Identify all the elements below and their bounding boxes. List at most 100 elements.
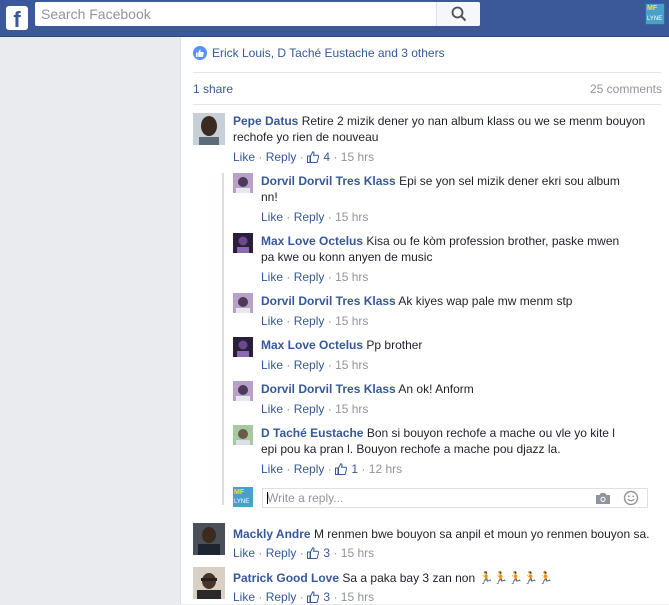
comment-author[interactable]: Max Love Octelus (261, 234, 363, 248)
comment-author[interactable]: Patrick Good Love (233, 571, 339, 585)
comment-actions: Like · Reply · 1 · 12 hrs (261, 461, 402, 477)
avatar-text: MF (647, 5, 658, 12)
separator: · (286, 314, 291, 328)
avatar[interactable] (233, 173, 253, 193)
comment-body: D Taché Eustache Bon si bouyon rechofe a… (261, 425, 623, 457)
avatar[interactable] (233, 425, 253, 445)
comment-author[interactable]: Pepe Datus (233, 114, 298, 128)
comment-author[interactable]: Dorvil Dorvil Tres Klass (261, 294, 396, 308)
separator: · (286, 210, 291, 224)
reply-input[interactable] (267, 489, 587, 507)
like-count[interactable]: 3 (323, 590, 330, 604)
comment-actions: Like · Reply · 4 · 15 hrs (233, 149, 374, 165)
reply-link[interactable]: Reply (266, 150, 297, 164)
reply-comment: Dorvil Dorvil Tres Klass Ak kiyes wap pa… (233, 293, 653, 329)
separator: · (286, 270, 291, 284)
separator: · (286, 402, 291, 416)
avatar[interactable] (193, 523, 225, 555)
reply-comment: Dorvil Dorvil Tres Klass An ok! Anform L… (233, 381, 653, 417)
likers-names[interactable]: Erick Louis, D Taché Eustache and 3 othe… (212, 46, 445, 60)
search-box (35, 2, 480, 26)
comments-count[interactable]: 25 comments (590, 82, 662, 96)
like-link[interactable]: Like (261, 402, 283, 416)
facebook-logo-icon[interactable]: f (6, 6, 28, 30)
comment-author[interactable]: Mackly Andre (233, 527, 311, 541)
comment-text: Ak kiyes wap pale mw menm stp (398, 294, 573, 308)
divider (193, 104, 661, 105)
divider (193, 72, 661, 73)
reply-comment: D Taché Eustache Bon si bouyon rechofe a… (233, 425, 653, 477)
separator: · (333, 590, 338, 604)
reply-link[interactable]: Reply (294, 402, 325, 416)
avatar[interactable] (233, 293, 253, 313)
thumbs-up-icon (335, 463, 348, 475)
timestamp[interactable]: 15 hrs (335, 314, 368, 328)
reply-link[interactable]: Reply (294, 210, 325, 224)
emoji-icon[interactable] (623, 490, 639, 506)
like-link[interactable]: Like (233, 590, 255, 604)
camera-icon[interactable] (595, 491, 611, 505)
avatar[interactable] (233, 337, 253, 357)
timestamp[interactable]: 15 hrs (341, 590, 374, 604)
timestamp[interactable]: 12 hrs (369, 462, 402, 476)
comment-author[interactable]: Dorvil Dorvil Tres Klass (261, 174, 396, 188)
reply-link[interactable]: Reply (294, 462, 325, 476)
likes-summary[interactable]: Erick Louis, D Taché Eustache and 3 othe… (193, 45, 445, 61)
reply-link[interactable]: Reply (266, 546, 297, 560)
like-link[interactable]: Like (261, 210, 283, 224)
avatar-subtext: LYNE (234, 499, 250, 505)
like-reaction-icon (193, 46, 207, 60)
separator: · (327, 358, 332, 372)
timestamp[interactable]: 15 hrs (341, 150, 374, 164)
comment-text: M renmen bwe bouyon sa anpil et moun yo … (313, 527, 650, 541)
separator: · (327, 210, 332, 224)
search-icon (451, 6, 467, 22)
separator: · (327, 402, 332, 416)
timestamp[interactable]: 15 hrs (335, 270, 368, 284)
separator: · (299, 150, 304, 164)
like-count[interactable]: 3 (323, 546, 330, 560)
comment-body: Max Love Octelus Kisa ou fe kòm professi… (261, 233, 623, 265)
like-link[interactable]: Like (261, 462, 283, 476)
comment: Mackly Andre M renmen bwe bouyon sa anpi… (193, 523, 663, 561)
top-bar: f MF LYNE (0, 0, 669, 37)
like-count[interactable]: 1 (351, 462, 358, 476)
comment-author[interactable]: D Taché Eustache (261, 426, 363, 440)
separator: · (258, 546, 263, 560)
shares-link[interactable]: 1 share (193, 82, 233, 96)
avatar[interactable] (193, 567, 225, 599)
separator: · (327, 314, 332, 328)
left-column (0, 37, 180, 604)
timestamp[interactable]: 15 hrs (335, 358, 368, 372)
like-link[interactable]: Like (261, 358, 283, 372)
like-link[interactable]: Like (233, 150, 255, 164)
timestamp[interactable]: 15 hrs (335, 402, 368, 416)
timestamp[interactable]: 15 hrs (335, 210, 368, 224)
search-input[interactable] (35, 2, 435, 26)
avatar-subtext: LYNE (647, 16, 663, 22)
avatar[interactable] (233, 381, 253, 401)
separator: · (286, 358, 291, 372)
separator: · (258, 150, 263, 164)
reply-link[interactable]: Reply (266, 590, 297, 604)
reply-link[interactable]: Reply (294, 358, 325, 372)
timestamp[interactable]: 15 hrs (341, 546, 374, 560)
avatar[interactable] (233, 233, 253, 253)
comment-actions: Like · Reply · 15 hrs (261, 357, 368, 373)
comment-actions: Like · Reply · 15 hrs (261, 269, 368, 285)
like-link[interactable]: Like (233, 546, 255, 560)
comment-body: Mackly Andre M renmen bwe bouyon sa anpi… (233, 526, 658, 542)
separator: · (258, 590, 263, 604)
separator: · (286, 462, 291, 476)
profile-avatar[interactable]: MF LYNE (645, 3, 665, 25)
comment-author[interactable]: Dorvil Dorvil Tres Klass (261, 382, 396, 396)
like-link[interactable]: Like (261, 270, 283, 284)
search-button[interactable] (436, 2, 480, 26)
avatar[interactable] (193, 113, 225, 145)
like-count[interactable]: 4 (323, 150, 330, 164)
reply-box (262, 488, 648, 508)
reply-link[interactable]: Reply (294, 314, 325, 328)
like-link[interactable]: Like (261, 314, 283, 328)
comment-author[interactable]: Max Love Octelus (261, 338, 363, 352)
reply-link[interactable]: Reply (294, 270, 325, 284)
